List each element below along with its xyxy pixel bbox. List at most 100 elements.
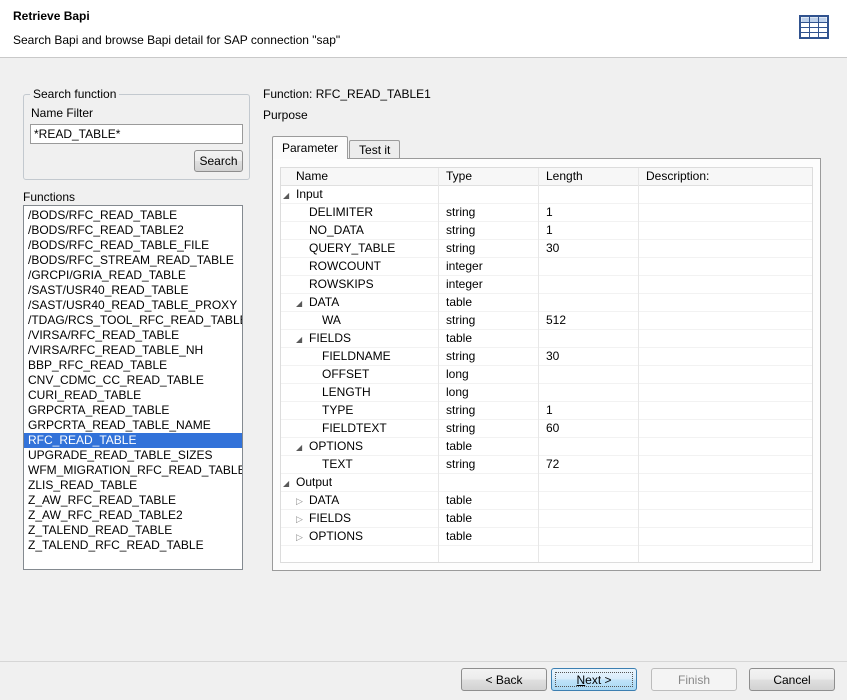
param-type: string (438, 348, 538, 365)
tab-parameter[interactable]: Parameter (272, 136, 348, 159)
parameter-row[interactable]: ◢Input (281, 186, 812, 204)
parameter-row[interactable]: NO_DATAstring1 (281, 222, 812, 240)
functions-list[interactable]: /BODS/RFC_READ_TABLE/BODS/RFC_READ_TABLE… (23, 205, 243, 570)
name-filter-input[interactable] (30, 124, 243, 144)
param-description (638, 276, 812, 293)
param-description (638, 438, 812, 455)
param-length (538, 510, 638, 527)
parameter-row[interactable]: ◢Output (281, 474, 812, 492)
back-button[interactable]: < Back (461, 668, 547, 691)
parameter-row[interactable]: ▷OPTIONStable (281, 528, 812, 546)
param-description (638, 294, 812, 311)
function-list-item[interactable]: WFM_MIGRATION_RFC_READ_TABLE (24, 463, 242, 478)
tree-collapsed-icon[interactable]: ▷ (296, 493, 309, 509)
parameter-row[interactable]: ▷FIELDS table (281, 510, 812, 528)
function-list-item[interactable]: /VIRSA/RFC_READ_TABLE (24, 328, 242, 343)
param-type: table (438, 510, 538, 527)
tree-expanded-icon[interactable]: ◢ (296, 331, 309, 347)
param-name: LENGTH (322, 385, 371, 399)
param-length (538, 276, 638, 293)
parameter-row[interactable]: LENGTHlong (281, 384, 812, 402)
parameter-row[interactable]: ◢OPTIONStable (281, 438, 812, 456)
param-name: FIELDS (309, 331, 351, 345)
parameter-row[interactable]: TYPE string1 (281, 402, 812, 420)
parameter-table-header: Name Type Length Description: (281, 168, 812, 186)
function-list-item[interactable]: GRPCRTA_READ_TABLE_NAME (24, 418, 242, 433)
param-type: string (438, 402, 538, 419)
function-list-item[interactable]: /VIRSA/RFC_READ_TABLE_NH (24, 343, 242, 358)
function-list-item[interactable]: /SAST/USR40_READ_TABLE (24, 283, 242, 298)
tree-expanded-icon[interactable]: ◢ (283, 187, 296, 203)
retrieve-bapi-dialog: Retrieve Bapi Search Bapi and browse Bap… (0, 0, 847, 700)
function-list-item[interactable]: /TDAG/RCS_TOOL_RFC_READ_TABLE (24, 313, 242, 328)
param-name: ROWCOUNT (309, 259, 381, 273)
function-list-item[interactable]: GRPCRTA_READ_TABLE (24, 403, 242, 418)
function-list-item[interactable]: Z_AW_RFC_READ_TABLE2 (24, 508, 242, 523)
function-list-item[interactable]: CURI_READ_TABLE (24, 388, 242, 403)
parameter-row[interactable]: TEXTstring72 (281, 456, 812, 474)
param-length (538, 492, 638, 509)
param-type: table (438, 438, 538, 455)
function-list-item[interactable]: Z_AW_RFC_READ_TABLE (24, 493, 242, 508)
column-header-description[interactable]: Description: (638, 168, 812, 185)
tree-collapsed-icon[interactable]: ▷ (296, 511, 309, 527)
function-list-item[interactable]: /SAST/USR40_READ_TABLE_PROXY (24, 298, 242, 313)
param-length (538, 474, 638, 491)
column-header-type[interactable]: Type (438, 168, 538, 185)
parameter-row[interactable]: ROWCOUNTinteger (281, 258, 812, 276)
function-list-item[interactable]: /BODS/RFC_READ_TABLE (24, 208, 242, 223)
function-list-item[interactable]: ZLIS_READ_TABLE (24, 478, 242, 493)
param-name: WA (322, 313, 341, 327)
parameter-row[interactable]: ◢DATAtable (281, 294, 812, 312)
function-list-item[interactable]: Z_TALEND_RFC_READ_TABLE (24, 538, 242, 553)
param-length: 72 (538, 456, 638, 473)
param-name: TYPE (322, 403, 353, 417)
function-list-item[interactable]: CNV_CDMC_CC_READ_TABLE (24, 373, 242, 388)
parameter-row[interactable]: ▷DATAtable (281, 492, 812, 510)
parameter-row[interactable]: OFFSETlong (281, 366, 812, 384)
param-name: ROWSKIPS (309, 277, 374, 291)
tree-expanded-icon[interactable]: ◢ (296, 439, 309, 455)
param-name: FIELDS (309, 511, 351, 525)
param-type (438, 186, 538, 203)
parameter-row[interactable]: ◢FIELDStable (281, 330, 812, 348)
tree-expanded-icon[interactable]: ◢ (283, 475, 296, 491)
function-list-item[interactable]: /BODS/RFC_READ_TABLE_FILE (24, 238, 242, 253)
param-length (538, 258, 638, 275)
param-length: 512 (538, 312, 638, 329)
parameter-row[interactable]: WAstring512 (281, 312, 812, 330)
parameter-row[interactable]: QUERY_TABLEstring30 (281, 240, 812, 258)
function-list-item[interactable]: Z_TALEND_READ_TABLE (24, 523, 242, 538)
param-description (638, 222, 812, 239)
function-list-item[interactable]: /BODS/RFC_STREAM_READ_TABLE (24, 253, 242, 268)
function-list-item[interactable]: /BODS/RFC_READ_TABLE2 (24, 223, 242, 238)
empty-row (281, 546, 812, 563)
param-name: Input (296, 187, 323, 201)
param-length: 1 (538, 204, 638, 221)
parameter-row[interactable]: FIELDNAMEstring30 (281, 348, 812, 366)
column-header-name[interactable]: Name (281, 168, 438, 185)
tree-expanded-icon[interactable]: ◢ (296, 295, 309, 311)
column-header-length[interactable]: Length (538, 168, 638, 185)
function-list-item[interactable]: RFC_READ_TABLE (24, 433, 242, 448)
parameter-table: Name Type Length Description: ◢InputDELI… (280, 167, 813, 563)
function-list-item[interactable]: BBP_RFC_READ_TABLE (24, 358, 242, 373)
parameter-tab-panel: Name Type Length Description: ◢InputDELI… (272, 158, 821, 571)
purpose-label: Purpose (263, 108, 308, 122)
search-button[interactable]: Search (194, 150, 243, 172)
function-list-item[interactable]: /GRCPI/GRIA_READ_TABLE (24, 268, 242, 283)
tab-test-it[interactable]: Test it (349, 140, 400, 159)
next-button[interactable]: Next > (551, 668, 637, 691)
search-function-group: Search function Name Filter Search (23, 94, 250, 180)
parameter-row[interactable]: ROWSKIPSinteger (281, 276, 812, 294)
tree-collapsed-icon[interactable]: ▷ (296, 529, 309, 545)
parameter-row[interactable]: FIELDTEXTstring60 (281, 420, 812, 438)
param-length (538, 438, 638, 455)
function-list-item[interactable]: UPGRADE_READ_TABLE_SIZES (24, 448, 242, 463)
param-length (538, 384, 638, 401)
param-type (438, 474, 538, 491)
parameter-row[interactable]: DELIMITERstring1 (281, 204, 812, 222)
param-description (638, 240, 812, 257)
cancel-button[interactable]: Cancel (749, 668, 835, 691)
param-length: 1 (538, 402, 638, 419)
